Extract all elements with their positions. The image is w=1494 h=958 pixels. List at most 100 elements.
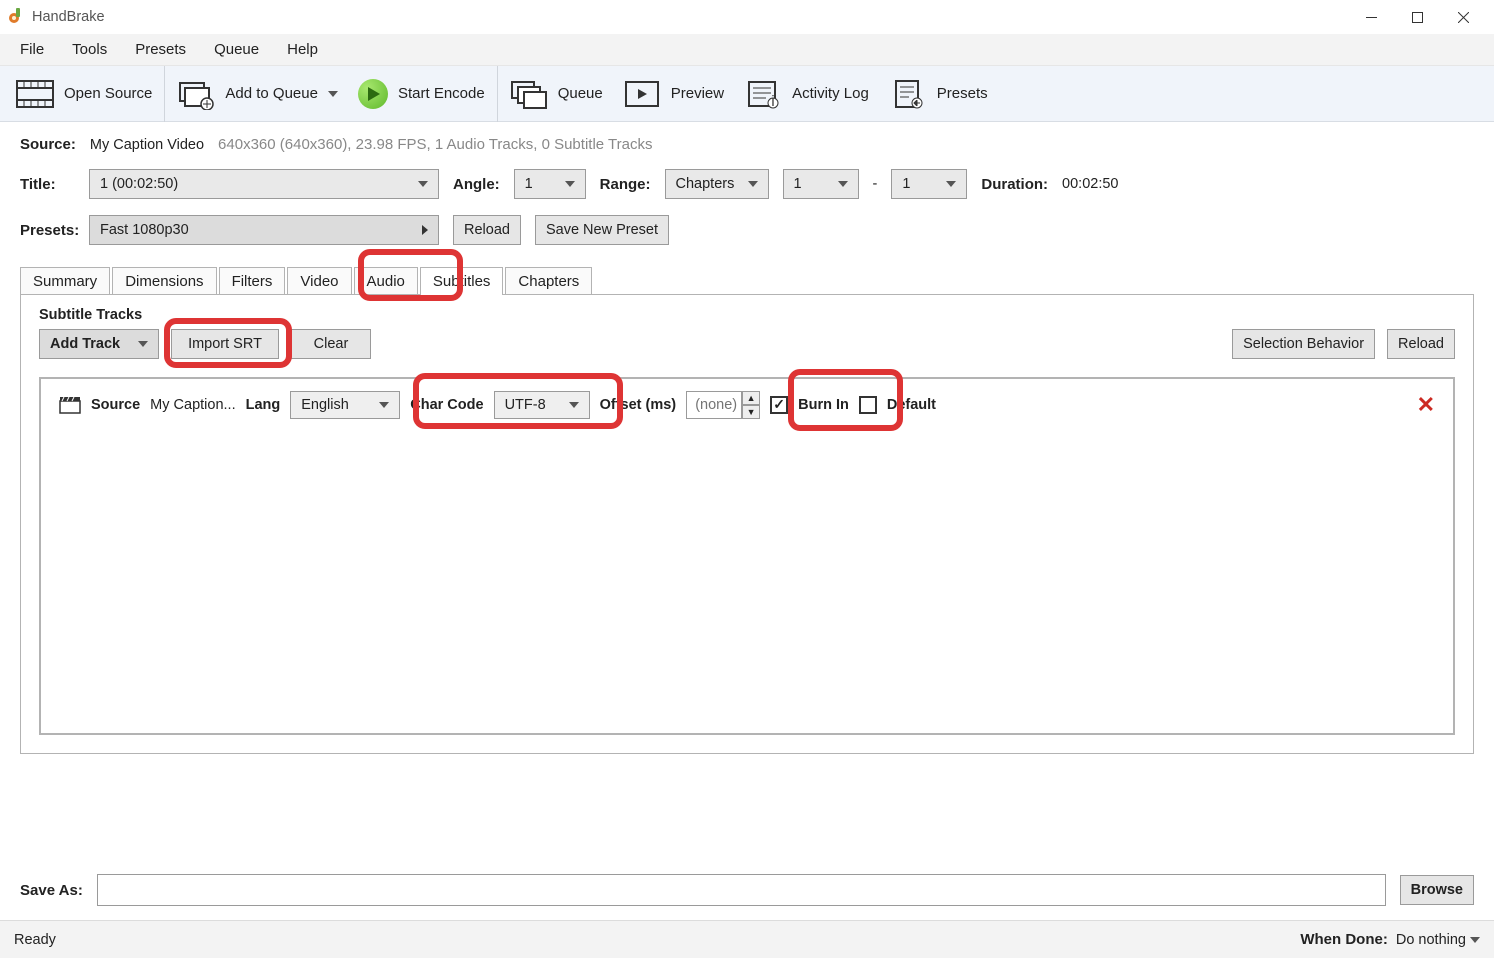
subtitles-panel: Subtitle Tracks Add Track Import SRT Cle… xyxy=(20,294,1474,754)
duration-value: 00:02:50 xyxy=(1062,176,1118,192)
tab-audio[interactable]: Audio xyxy=(354,267,418,295)
when-done-label: When Done: xyxy=(1300,931,1388,948)
default-label: Default xyxy=(887,397,936,413)
add-to-queue-group[interactable]: Add to Queue xyxy=(167,66,348,121)
presets-row-label: Presets: xyxy=(20,222,75,239)
tracks-list: Source My Caption... Lang English Char C… xyxy=(39,377,1455,735)
film-icon xyxy=(16,78,54,110)
menu-help[interactable]: Help xyxy=(273,35,332,64)
title-label: Title: xyxy=(20,176,75,193)
tab-filters[interactable]: Filters xyxy=(219,267,286,295)
content-area: Source: My Caption Video 640x360 (640x36… xyxy=(0,122,1494,844)
menubar: File Tools Presets Queue Help xyxy=(0,34,1494,66)
chevron-down-icon xyxy=(1470,937,1480,943)
lang-select[interactable]: English xyxy=(290,391,400,419)
preset-select[interactable]: Fast 1080p30 xyxy=(89,215,439,245)
title-select[interactable]: 1 (00:02:50) xyxy=(89,169,439,199)
tab-chapters[interactable]: Chapters xyxy=(505,267,592,295)
maximize-button[interactable] xyxy=(1394,2,1440,32)
queue-group[interactable]: Queue xyxy=(500,66,613,121)
burn-in-label: Burn In xyxy=(798,397,849,413)
chevron-down-icon xyxy=(838,181,848,187)
subtitle-track-row: Source My Caption... Lang English Char C… xyxy=(59,391,1435,419)
save-as-row: Save As: Browse xyxy=(0,844,1494,920)
browse-button[interactable]: Browse xyxy=(1400,875,1474,905)
status-ready: Ready xyxy=(14,932,56,948)
activity-log-icon: i xyxy=(744,78,782,110)
menu-presets[interactable]: Presets xyxy=(121,35,200,64)
add-to-queue-label: Add to Queue xyxy=(225,85,318,102)
statusbar: Ready When Done: Do nothing xyxy=(0,920,1494,958)
start-encode-group[interactable]: Start Encode xyxy=(348,66,495,121)
presets-group[interactable]: Presets xyxy=(879,66,998,121)
close-button[interactable] xyxy=(1440,2,1486,32)
reload-preset-button[interactable]: Reload xyxy=(453,215,521,245)
when-done-value[interactable]: Do nothing xyxy=(1396,932,1466,948)
titlebar: HandBrake xyxy=(0,0,1494,34)
toolbar: Open Source Add to Queue Start Encode Qu… xyxy=(0,66,1494,122)
preview-icon xyxy=(623,78,661,110)
range-to-select[interactable]: 1 xyxy=(891,169,967,199)
add-track-button[interactable]: Add Track xyxy=(39,329,159,359)
source-col-label: Source xyxy=(91,397,140,413)
lang-col-label: Lang xyxy=(246,397,281,413)
tab-summary[interactable]: Summary xyxy=(20,267,110,295)
chevron-right-icon xyxy=(422,225,428,235)
import-srt-button[interactable]: Import SRT xyxy=(171,329,279,359)
chevron-down-icon xyxy=(418,181,428,187)
reload-subtitles-button[interactable]: Reload xyxy=(1387,329,1455,359)
tabs: Summary Dimensions Filters Video Audio S… xyxy=(20,267,1474,295)
source-name: My Caption Video xyxy=(90,137,204,153)
source-details: 640x360 (640x360), 23.98 FPS, 1 Audio Tr… xyxy=(218,136,652,153)
source-col-value: My Caption... xyxy=(150,397,235,413)
charcode-col-label: Char Code xyxy=(410,397,483,413)
queue-icon xyxy=(510,78,548,110)
add-queue-icon xyxy=(177,78,215,110)
angle-select[interactable]: 1 xyxy=(514,169,586,199)
save-as-label: Save As: xyxy=(20,882,83,899)
range-label: Range: xyxy=(600,176,651,193)
range-from-select[interactable]: 1 xyxy=(783,169,859,199)
svg-text:i: i xyxy=(771,94,774,110)
tab-video[interactable]: Video xyxy=(287,267,351,295)
stepper-up[interactable]: ▲ xyxy=(742,391,760,405)
open-source-group[interactable]: Open Source xyxy=(6,66,162,121)
duration-label: Duration: xyxy=(981,176,1048,193)
save-new-preset-button[interactable]: Save New Preset xyxy=(535,215,669,245)
activity-log-group[interactable]: i Activity Log xyxy=(734,66,879,121)
range-dash: - xyxy=(873,176,878,192)
chevron-down-icon xyxy=(328,91,338,97)
save-as-input[interactable] xyxy=(97,874,1386,906)
offset-col-label: Offset (ms) xyxy=(600,397,677,413)
chevron-down-icon xyxy=(565,181,575,187)
burn-in-checkbox[interactable] xyxy=(770,396,788,414)
menu-queue[interactable]: Queue xyxy=(200,35,273,64)
tab-dimensions[interactable]: Dimensions xyxy=(112,267,216,295)
start-encode-label: Start Encode xyxy=(398,85,485,102)
offset-stepper[interactable]: ▲▼ xyxy=(686,391,760,419)
clapper-icon xyxy=(59,396,81,414)
clear-button[interactable]: Clear xyxy=(291,329,371,359)
play-icon xyxy=(358,79,388,109)
chevron-down-icon xyxy=(379,402,389,408)
remove-track-button[interactable]: ✕ xyxy=(1417,392,1435,418)
menu-tools[interactable]: Tools xyxy=(58,35,121,64)
window-title: HandBrake xyxy=(32,9,105,25)
menu-file[interactable]: File xyxy=(6,35,58,64)
chevron-down-icon xyxy=(138,341,148,347)
selection-behavior-button[interactable]: Selection Behavior xyxy=(1232,329,1375,359)
stepper-down[interactable]: ▼ xyxy=(742,405,760,419)
app-icon xyxy=(8,6,26,28)
default-checkbox[interactable] xyxy=(859,396,877,414)
range-type-select[interactable]: Chapters xyxy=(665,169,769,199)
offset-input[interactable] xyxy=(686,391,742,419)
presets-icon xyxy=(889,78,927,110)
chevron-down-icon xyxy=(946,181,956,187)
queue-label: Queue xyxy=(558,85,603,102)
preview-label: Preview xyxy=(671,85,724,102)
tab-subtitles[interactable]: Subtitles xyxy=(420,267,504,295)
source-label: Source: xyxy=(20,136,76,153)
charcode-select[interactable]: UTF-8 xyxy=(494,391,590,419)
minimize-button[interactable] xyxy=(1348,2,1394,32)
preview-group[interactable]: Preview xyxy=(613,66,734,121)
